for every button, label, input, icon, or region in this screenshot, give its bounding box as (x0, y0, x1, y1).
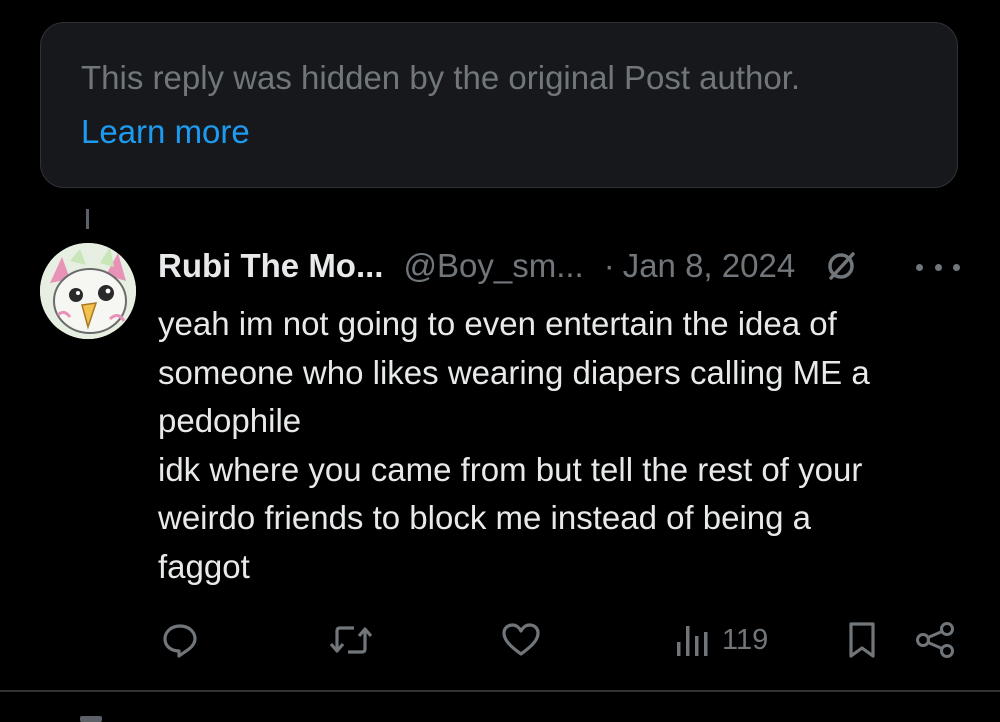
reply-body-line: pedophile (158, 402, 302, 439)
reply-body-line: idk where you came from but tell the res… (158, 450, 863, 488)
bookmark-icon (849, 622, 875, 658)
like-icon (502, 623, 540, 656)
views-button[interactable]: 119 (674, 620, 768, 660)
reply-body-line: weirdo friends to block me instead of be… (158, 499, 812, 536)
repost-button[interactable] (328, 620, 374, 660)
avatar-illustration (40, 243, 136, 339)
next-post-hint (80, 716, 102, 722)
avatar[interactable] (40, 243, 136, 339)
share-icon (916, 622, 954, 658)
post-date[interactable]: Jan 8, 2024 (623, 247, 795, 285)
hidden-reply-text: This reply was hidden by the original Po… (81, 59, 801, 96)
reply-icon (163, 624, 197, 658)
repost-icon (329, 626, 373, 654)
reply-body: yeah im not going to even entertain the … (158, 300, 958, 591)
author-handle[interactable]: @Boy_sm... (403, 247, 583, 285)
like-button[interactable] (500, 620, 542, 660)
views-icon (677, 626, 708, 656)
post-divider (0, 690, 1000, 692)
more-icon[interactable] (916, 254, 960, 280)
reply-body-line: faggot (158, 547, 250, 585)
meta-separator: · (603, 247, 615, 284)
verified-icon (823, 248, 859, 284)
learn-more-link[interactable]: Learn more (81, 113, 250, 151)
reply-body-line: someone who likes wearing diapers callin… (158, 353, 870, 391)
share-button[interactable] (914, 620, 956, 660)
thread-connector-line (86, 209, 89, 229)
author-name[interactable]: Rubi The Mo... (158, 247, 383, 285)
reply-meta-row: Rubi The Mo... @Boy_sm... · Jan 8, 2024 (158, 246, 859, 286)
reply-body-line: yeah im not going to even entertain the … (158, 305, 837, 342)
reply-button[interactable] (160, 620, 200, 660)
bookmark-button[interactable] (845, 620, 879, 660)
hidden-reply-notice: This reply was hidden by the original Po… (40, 22, 958, 188)
views-count: 119 (722, 623, 769, 656)
